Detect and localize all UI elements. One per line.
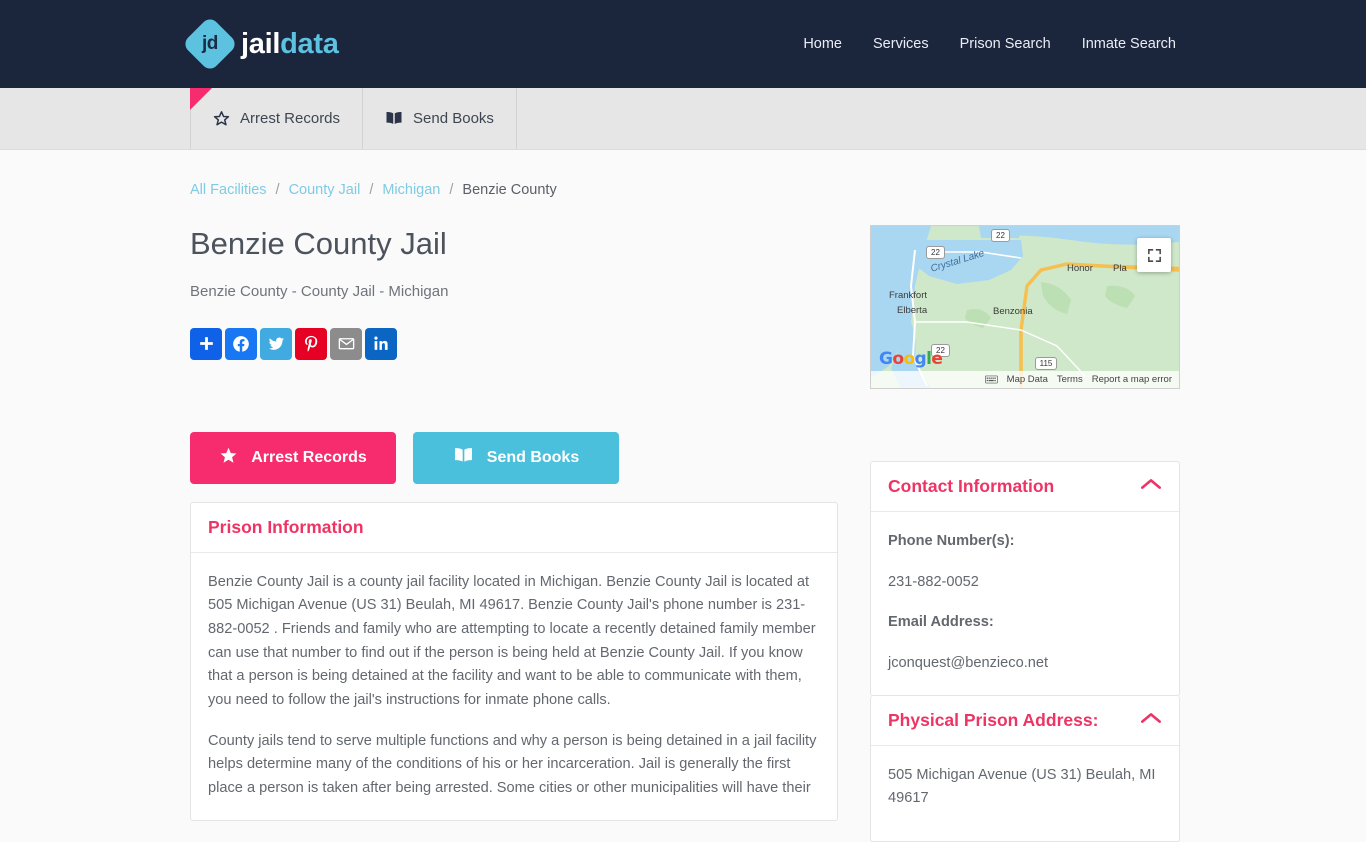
tab-label-send-books: Send Books	[413, 110, 494, 127]
nav-item-services[interactable]: Services	[873, 36, 929, 52]
brand-word-jail: jail	[241, 27, 281, 60]
email-share-icon[interactable]	[330, 327, 362, 360]
contact-information-card: Contact Information Phone Number(s): 231…	[870, 461, 1180, 696]
facebook-share-icon[interactable]	[225, 327, 257, 360]
map-terms-link[interactable]: Terms	[1057, 374, 1083, 385]
google-logo-e: e	[931, 349, 943, 369]
prison-information-body: Benzie County Jail is a county jail faci…	[191, 553, 837, 820]
physical-address-card: Physical Prison Address: 505 Michigan Av…	[870, 695, 1180, 842]
route-shield-22-b: 22	[991, 229, 1010, 242]
route-shield-22-a: 22	[926, 246, 945, 259]
prison-information-paragraph: Benzie County Jail is a county jail faci…	[208, 573, 816, 708]
map-label-platte-river: Pla	[1113, 263, 1127, 274]
contact-information-title: Contact Information	[888, 476, 1055, 496]
arrest-records-button[interactable]: Arrest Records	[190, 431, 396, 484]
star-icon	[219, 446, 238, 470]
nav-item-prison-search[interactable]: Prison Search	[960, 36, 1051, 52]
brand-word-data: data	[280, 27, 339, 60]
linkedin-share-icon[interactable]	[365, 327, 397, 360]
breadcrumb-item-current: Benzie County	[462, 182, 557, 198]
star-icon	[213, 110, 230, 127]
nav-item-inmate-search[interactable]: Inmate Search	[1082, 36, 1176, 52]
breadcrumb-separator: /	[275, 182, 280, 198]
map-report-error-link[interactable]: Report a map error	[1092, 374, 1172, 385]
physical-address-body: 505 Michigan Avenue (US 31) Beulah, MI 4…	[871, 746, 1179, 841]
jd-logo-icon: jd	[181, 15, 239, 73]
tab-arrest-records[interactable]: Arrest Records	[190, 88, 364, 149]
tab-send-books[interactable]: Send Books	[363, 88, 517, 149]
breadcrumb-item-michigan[interactable]: Michigan	[382, 182, 440, 198]
main-navigation: Home Services Prison Search Inmate Searc…	[803, 36, 1176, 52]
map-fullscreen-icon[interactable]	[1137, 238, 1171, 272]
page-subtitle: Benzie County - County Jail - Michigan	[190, 282, 449, 300]
breadcrumb-item-county-jail[interactable]: County Jail	[289, 182, 361, 198]
keyboard-shortcuts-icon[interactable]	[984, 375, 998, 384]
contact-information-body: Phone Number(s): 231-882-0052 Email Addr…	[871, 512, 1179, 695]
google-logo-o1: o	[892, 349, 904, 369]
breadcrumb-separator: /	[369, 182, 374, 198]
breadcrumb-separator: /	[449, 182, 454, 198]
email-label: Email Address:	[888, 614, 994, 631]
send-books-button[interactable]: Send Books	[413, 431, 619, 484]
google-logo-g2: g	[914, 349, 927, 369]
phone-value: 231-882-0052	[888, 573, 979, 590]
phone-label: Phone Number(s):	[888, 533, 1015, 549]
physical-address-value: 505 Michigan Avenue (US 31) Beulah, MI 4…	[888, 766, 1156, 807]
sidebar-column: 22 22 22 115 Crystal Lake Frankfort Elbe…	[870, 225, 1180, 842]
content-row: Benzie County Jail Benzie County - Count…	[190, 225, 1180, 842]
map-label-honor: Honor	[1067, 263, 1093, 274]
social-share-bar	[190, 327, 838, 360]
arrest-records-button-label: Arrest Records	[251, 448, 367, 466]
location-map[interactable]: 22 22 22 115 Crystal Lake Frankfort Elbe…	[870, 225, 1180, 389]
google-logo-g: G	[879, 349, 893, 369]
route-shield-115: 115	[1035, 357, 1057, 370]
contact-information-header[interactable]: Contact Information	[871, 462, 1179, 512]
map-data-link[interactable]: Map Data	[1007, 374, 1048, 385]
brand-wordmark: jaildata	[241, 28, 339, 61]
google-logo-o2: o	[903, 349, 915, 369]
email-value: jconquest@benzieco.net	[888, 654, 1049, 671]
physical-address-header[interactable]: Physical Prison Address:	[871, 696, 1179, 746]
prison-information-header: Prison Information	[191, 503, 837, 553]
brand-logo[interactable]: jd jaildata	[181, 15, 339, 73]
map-label-elberta: Elberta	[897, 305, 928, 316]
map-label-benzonia: Benzonia	[993, 306, 1033, 317]
secondary-tabbar: Arrest Records Send Books	[0, 88, 1366, 150]
site-header: jd jaildata Home Services Prison Search …	[0, 0, 1366, 88]
page-container: All Facilities / County Jail / Michigan …	[0, 150, 1366, 842]
tab-label-arrest-records: Arrest Records	[240, 110, 341, 127]
pinterest-share-icon[interactable]	[295, 327, 327, 360]
book-icon	[453, 447, 474, 469]
prison-information-title: Prison Information	[208, 516, 364, 537]
action-buttons: Arrest Records Send Books	[190, 431, 838, 484]
page-title: Benzie County Jail	[190, 226, 447, 261]
map-label-frankfort: Frankfort	[889, 290, 928, 301]
chevron-up-icon[interactable]	[1140, 711, 1162, 730]
addthis-share-icon[interactable]	[190, 327, 222, 360]
google-logo: Google	[879, 349, 943, 369]
corner-ribbon-decoration	[190, 88, 212, 110]
chevron-up-icon[interactable]	[1140, 477, 1162, 496]
twitter-share-icon[interactable]	[260, 327, 292, 360]
map-attribution-bar: Map Data Terms Report a map error	[871, 371, 1179, 388]
prison-information-card: Prison Information Benzie County Jail is…	[190, 501, 838, 821]
send-books-button-label: Send Books	[486, 448, 580, 466]
breadcrumb-item-all-facilities[interactable]: All Facilities	[190, 182, 267, 198]
prison-information-paragraph: County jails tend to serve multiple func…	[208, 732, 817, 796]
main-column: Benzie County Jail Benzie County - Count…	[190, 225, 838, 842]
brand-mark-text: jd	[202, 32, 218, 54]
nav-item-home[interactable]: Home	[803, 36, 842, 52]
book-icon	[385, 111, 403, 126]
physical-address-title: Physical Prison Address:	[888, 709, 1099, 730]
breadcrumb: All Facilities / County Jail / Michigan …	[190, 150, 1176, 198]
